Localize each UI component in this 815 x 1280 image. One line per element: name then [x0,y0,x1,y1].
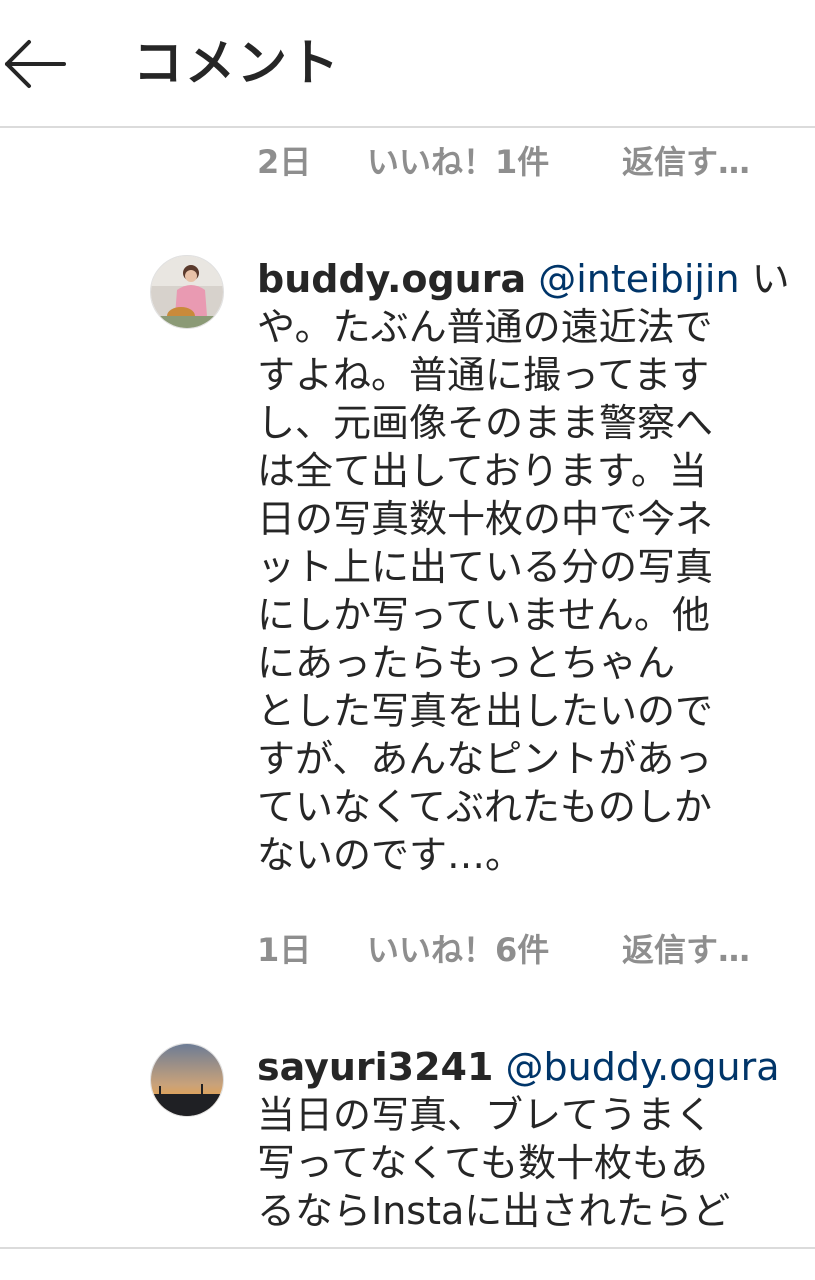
comment-text-line: 当日の写真、ブレてうまく [257,1093,714,1137]
avatar[interactable] [150,1043,224,1117]
comment-text-line: にあったらもっとちゃん [257,641,676,685]
comment-body: sayuri3241 @buddy.ogura 当日の写真、ブレてうまく 写って… [257,1043,780,1235]
comment-body: buddy.ogura @inteibijin い や。たぶん普通の遠近法で す… [257,255,790,879]
avatar[interactable] [150,255,224,329]
comment-text-line: とした写真を出したいので [257,689,714,733]
comment-text-line: は全て出しております。当 [257,449,707,493]
comment-text-line: ット上に出ている分の写真 [257,545,714,589]
avatar-image [151,1044,223,1116]
comment-timestamp: 2日 [257,143,312,181]
comment-text-line: や。たぶん普通の遠近法で [257,305,713,349]
comment-text: い [751,257,790,301]
comment-text-line: 写ってなくても数十枚もあ [257,1141,709,1185]
comment-text-line: 日の写真数十枚の中で今ネ [257,497,714,541]
comment-timestamp: 1日 [257,931,312,969]
comment-text-line: るならInstaに出されたらど [257,1189,731,1233]
reply-button[interactable]: 返信す… [622,930,750,970]
comment-meta: 1日 いいね！6件 返信す… [257,930,797,970]
divider [0,1247,815,1249]
comment-meta: 2日 いいね！1件 返信す… [257,142,797,182]
comment-mention[interactable]: @inteibijin [538,257,739,301]
comment-text-line: すが、あんなピントがあっ [257,737,713,781]
back-button[interactable] [0,30,80,100]
comment-likes-link[interactable]: いいね！6件 [367,930,549,970]
comment-text-line: ていなくてぶれたものしか [257,785,712,829]
comment-username[interactable]: sayuri3241 [257,1045,493,1089]
comment-username[interactable]: buddy.ogura [257,257,526,301]
avatar-image [151,256,223,328]
arrow-left-icon [5,40,66,88]
app-header: コメント [0,0,815,128]
page-title: コメント [133,34,341,92]
reply-button[interactable]: 返信す… [622,142,750,182]
comment-text-line: し、元画像そのまま警察へ [257,401,714,445]
comment-likes-link[interactable]: いいね！1件 [367,142,549,182]
comment-mention[interactable]: @buddy.ogura [506,1045,780,1089]
comment-text-line: すよね。普通に撮ってます [257,353,710,397]
comment-text-line: ないのです…。 [257,833,524,877]
comment-text-line: にしか写っていません。他 [257,593,710,637]
